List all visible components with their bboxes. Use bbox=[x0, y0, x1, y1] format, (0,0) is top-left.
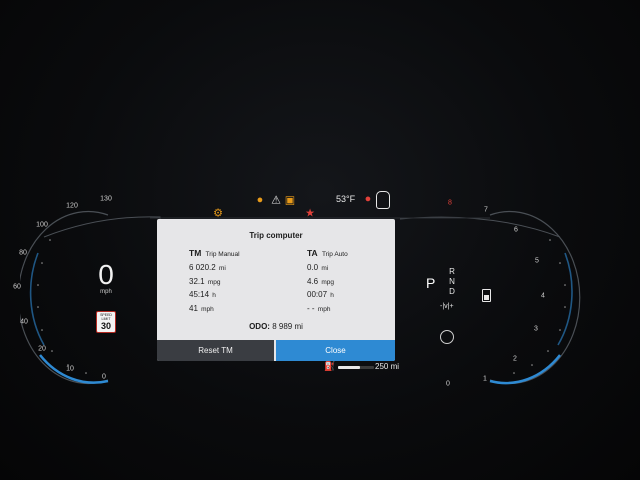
range-readout: 250 mi bbox=[375, 362, 399, 371]
seatbelt-icon: ● bbox=[364, 193, 372, 205]
speed-tick-100: 100 bbox=[36, 221, 48, 229]
speed-limit-label: SPEED LIMIT bbox=[100, 313, 112, 321]
trip-auto-distance: 0.0 mi bbox=[307, 263, 387, 277]
speed-tick-0: 0 bbox=[102, 373, 106, 381]
unit: h bbox=[212, 292, 216, 299]
rpm-tick-1: 1 bbox=[483, 375, 487, 383]
trip-manual-abbr: TM bbox=[189, 248, 202, 258]
trip-manual-consumption: 32.1 mpg bbox=[189, 277, 299, 291]
value: 00:07 bbox=[307, 290, 328, 299]
unit: mi bbox=[218, 265, 226, 272]
fuel-level-bar bbox=[338, 366, 374, 369]
car-door-icon bbox=[376, 191, 390, 209]
speed-tick-40: 40 bbox=[20, 318, 28, 326]
value: 32.1 bbox=[189, 276, 205, 286]
value: 4.6 bbox=[307, 276, 319, 286]
speed-tick-20: 20 bbox=[38, 345, 46, 353]
trip-manual-column: TM Trip Manual 6 020.2 mi 32.1 mpg 45:14… bbox=[189, 248, 299, 317]
trip-manual-header: TM Trip Manual bbox=[189, 248, 299, 260]
value: - - bbox=[307, 303, 315, 313]
trip-manual-avg-speed: 41 mph bbox=[189, 304, 299, 318]
speed-limit-sign: SPEED LIMIT 30 bbox=[96, 311, 116, 333]
value: 45:14 bbox=[189, 290, 210, 299]
fuel-pump-icon: ⛽ bbox=[324, 361, 336, 371]
trip-auto-time: 00:07 h bbox=[307, 290, 387, 304]
gear-manual-mode: -|v|+ bbox=[440, 303, 454, 310]
rpm-tick-7: 7 bbox=[484, 206, 488, 214]
gear-letters: R N D bbox=[445, 267, 459, 297]
speed-tick-80: 80 bbox=[19, 249, 27, 257]
odometer-value: 8 989 bbox=[272, 322, 293, 331]
reset-tm-button[interactable]: Reset TM bbox=[157, 340, 274, 361]
speed-tick-10: 10 bbox=[66, 365, 74, 373]
speed-readout: 0 bbox=[98, 259, 114, 290]
close-button[interactable]: Close bbox=[276, 340, 395, 361]
trip-auto-abbr: TA bbox=[307, 248, 318, 258]
trip-manual-time: 45:14 h bbox=[189, 290, 299, 304]
odometer-unit: mi bbox=[294, 322, 303, 331]
trip-auto-name: Trip Auto bbox=[321, 251, 348, 258]
speed-limit-value: 30 bbox=[100, 321, 111, 331]
trip-auto-column: TA Trip Auto 0.0 mi 4.6 mpg 00:07 h - - … bbox=[307, 248, 387, 317]
range-value: 250 bbox=[375, 362, 389, 371]
fuel-level-fill bbox=[338, 366, 360, 369]
value: 6 020.2 bbox=[189, 263, 216, 272]
battery-icon bbox=[482, 289, 491, 302]
gear-n: N bbox=[449, 277, 455, 286]
dialog-title: Trip computer bbox=[249, 231, 303, 240]
odometer-label: ODO: bbox=[249, 322, 270, 331]
airbag-icon: ★ bbox=[305, 207, 315, 220]
rpm-tick-0: 0 bbox=[446, 380, 450, 388]
unit: mpg bbox=[321, 278, 335, 286]
trip-manual-name: Trip Manual bbox=[205, 251, 240, 258]
rpm-tick-4: 4 bbox=[541, 292, 545, 300]
speed-tick-130: 130 bbox=[100, 195, 112, 203]
turtle-icon: ● bbox=[256, 194, 264, 206]
gear-active: P bbox=[426, 275, 436, 291]
unit: mph bbox=[317, 305, 331, 313]
value: 0.0 bbox=[307, 263, 319, 272]
unit: mpg bbox=[207, 278, 221, 286]
rpm-tick-8: 8 bbox=[448, 199, 452, 207]
unit: h bbox=[330, 292, 334, 299]
oil-warning-icon: ▣ bbox=[284, 194, 296, 207]
trip-auto-consumption: 4.6 mpg bbox=[307, 277, 387, 291]
gear-d: D bbox=[449, 287, 455, 296]
value: 41 bbox=[189, 303, 198, 313]
rpm-tick-2: 2 bbox=[513, 355, 517, 363]
unit: mi bbox=[321, 265, 329, 272]
odometer: ODO: 8 989 mi bbox=[157, 322, 395, 331]
gear-r: R bbox=[449, 267, 455, 276]
trip-manual-distance: 6 020.2 mi bbox=[189, 263, 299, 277]
hazard-triangle-icon: ⚠ bbox=[271, 194, 281, 207]
trip-auto-avg-speed: - - mph bbox=[307, 304, 387, 318]
speed-tick-60: 60 bbox=[13, 283, 21, 291]
outside-temperature: 53°F bbox=[336, 194, 356, 204]
speed-tick-120: 120 bbox=[66, 202, 78, 210]
rpm-tick-3: 3 bbox=[534, 325, 538, 333]
range-unit: mi bbox=[390, 362, 400, 371]
rpm-tick-6: 6 bbox=[514, 226, 518, 234]
speed-unit: mph bbox=[100, 289, 112, 295]
check-engine-icon: ⚙ bbox=[213, 207, 223, 220]
trip-computer-dialog: Trip computer TM Trip Manual 6 020.2 mi … bbox=[157, 219, 395, 361]
unit: mph bbox=[201, 305, 214, 313]
trip-auto-header: TA Trip Auto bbox=[307, 248, 387, 260]
eco-mode-icon bbox=[440, 330, 454, 344]
rpm-tick-5: 5 bbox=[535, 257, 539, 265]
